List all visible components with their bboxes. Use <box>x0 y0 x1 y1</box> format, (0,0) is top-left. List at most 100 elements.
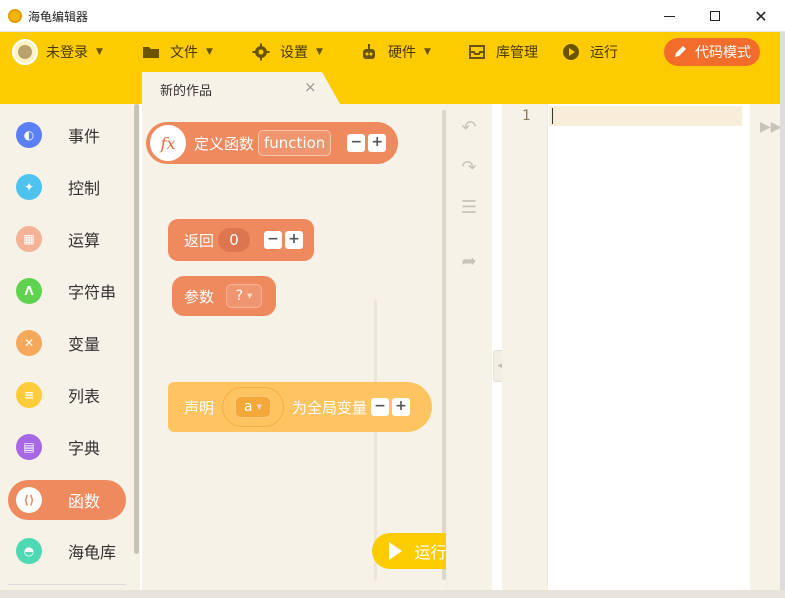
text-cursor <box>552 108 553 124</box>
maximize-button[interactable] <box>692 0 738 32</box>
window-title: 海龟编辑器 <box>28 10 89 24</box>
expand-panel-icon[interactable]: ▶▶ <box>760 119 782 135</box>
minimize-button[interactable] <box>646 0 692 32</box>
return-label: 返回 <box>184 231 215 250</box>
return-value-field[interactable]: 0 <box>218 228 251 252</box>
robot-icon <box>363 44 375 59</box>
run-menu-label: 运行 <box>590 45 618 61</box>
variable-dropdown[interactable]: a ▼ <box>235 396 272 418</box>
add-variable-button[interactable]: + <box>392 398 411 416</box>
calculator-icon: ▦ <box>16 226 42 252</box>
line-number: 1 <box>522 108 531 124</box>
parameter-block[interactable]: 参数 ? ▼ <box>172 276 276 316</box>
sidebar-item-1[interactable]: ✦ 控制 <box>8 167 126 207</box>
chevron-down-icon: ▼ <box>316 47 323 57</box>
user-menu[interactable]: 未登录 ▼ <box>12 32 103 72</box>
run-button-label: 运行 <box>414 543 447 562</box>
settings-menu[interactable]: 设置 ▼ <box>252 32 323 72</box>
remove-value-button[interactable]: − <box>264 231 283 249</box>
line-number-gutter <box>502 104 548 590</box>
sidebar-item-label: 字典 <box>68 439 101 458</box>
tab-bar <box>0 72 785 104</box>
run-menu[interactable]: 运行 <box>562 32 618 72</box>
code-mode-button[interactable]: 代码模式 <box>664 38 760 66</box>
right-rail <box>750 104 780 590</box>
sidebar-item-label: 海龟库 <box>68 543 117 562</box>
chevron-down-icon: ▼ <box>256 403 262 411</box>
bottom-strip <box>0 590 785 598</box>
hardware-menu[interactable]: 硬件 ▼ <box>360 32 431 72</box>
book-icon: ▤ <box>16 434 42 460</box>
window-edge <box>780 32 785 598</box>
sidebar-item-3[interactable]: Λ 字符串 <box>8 271 126 311</box>
sidebar-item-0[interactable]: ◐ 事件 <box>8 115 126 155</box>
chevron-down-icon: ▼ <box>96 47 103 57</box>
chevron-down-icon: ▼ <box>247 292 253 300</box>
sidebar-item-6[interactable]: ▤ 字典 <box>8 427 126 467</box>
close-button[interactable]: ✕ <box>738 0 784 32</box>
settings-menu-label: 设置 <box>280 45 308 61</box>
global-variable-label: 为全局变量 <box>292 398 368 417</box>
pencil-icon <box>675 46 686 57</box>
sidebar-item-label: 列表 <box>68 387 101 406</box>
share-icon[interactable]: ➦ <box>458 253 480 271</box>
function-icon: fx <box>148 123 188 163</box>
library-manager-menu[interactable]: 库管理 <box>468 32 538 72</box>
inbox-icon <box>469 45 485 59</box>
sidebar-item-5[interactable]: ≡ 列表 <box>8 375 126 415</box>
sidebar-item-4[interactable]: ✕ 变量 <box>8 323 126 363</box>
redo-icon[interactable]: ↷ <box>458 159 480 177</box>
chevron-down-icon: ▼ <box>206 47 213 57</box>
list-icon: ≡ <box>16 382 42 408</box>
chevron-down-icon: ▼ <box>424 47 431 57</box>
file-menu[interactable]: 文件 ▼ <box>142 32 213 72</box>
variable-icon: ✕ <box>16 330 42 356</box>
sidebar-item-label: 运算 <box>68 231 101 250</box>
gear-icon <box>252 43 270 61</box>
sidebar-scrollbar[interactable] <box>134 104 139 554</box>
tab-close-button[interactable]: × <box>304 78 317 96</box>
hardware-menu-label: 硬件 <box>388 45 416 61</box>
file-menu-label: 文件 <box>170 45 198 61</box>
block-workspace[interactable] <box>142 104 446 590</box>
variable-slot: a ▼ <box>222 387 285 427</box>
avatar <box>12 39 38 65</box>
active-line-highlight <box>549 106 742 126</box>
remove-variable-button[interactable]: − <box>371 398 390 416</box>
sidebar-item-label: 事件 <box>68 127 101 146</box>
close-icon: ✕ <box>754 6 768 26</box>
undo-icon[interactable]: ↶ <box>458 119 480 137</box>
gamepad-icon: ✦ <box>16 174 42 200</box>
define-function-label: 定义函数 <box>194 134 255 153</box>
toggle-icon: ◐ <box>16 122 42 148</box>
define-function-block[interactable]: fx 定义函数 function − + <box>146 122 398 164</box>
declare-global-block[interactable]: 声明 a ▼ 为全局变量 − + <box>168 382 432 432</box>
sidebar-item-label: 变量 <box>68 335 101 354</box>
add-value-button[interactable]: + <box>285 231 304 249</box>
avatar-icon <box>18 45 32 59</box>
return-block[interactable]: 返回 0 − + <box>168 219 314 261</box>
sidebar-item-8[interactable]: ◓ 海龟库 <box>8 531 126 571</box>
play-circle-icon <box>563 44 579 60</box>
parameter-value: ? <box>235 288 244 304</box>
sidebar-item-label: 控制 <box>68 179 101 198</box>
code-editor[interactable] <box>548 104 748 590</box>
app-logo-icon <box>8 9 22 23</box>
parameter-dropdown[interactable]: ? ▼ <box>226 284 263 308</box>
string-icon: Λ <box>16 278 42 304</box>
minimize-icon <box>663 15 675 17</box>
remove-param-button[interactable]: − <box>347 134 366 152</box>
play-icon <box>389 542 403 560</box>
variable-value: a <box>244 399 253 415</box>
function-name-field[interactable]: function <box>258 130 332 156</box>
parameter-label: 参数 <box>184 287 215 306</box>
declare-label: 声明 <box>184 398 215 417</box>
library-manager-label: 库管理 <box>496 45 538 61</box>
format-icon[interactable]: ☰ <box>458 199 480 217</box>
tab-label: 新的作品 <box>160 84 213 99</box>
divider <box>8 584 126 585</box>
sidebar-item-7[interactable]: ⟨⟩ 函数 <box>8 480 126 520</box>
sidebar-item-2[interactable]: ▦ 运算 <box>8 219 126 259</box>
folder-icon <box>143 47 159 58</box>
add-param-button[interactable]: + <box>368 134 387 152</box>
